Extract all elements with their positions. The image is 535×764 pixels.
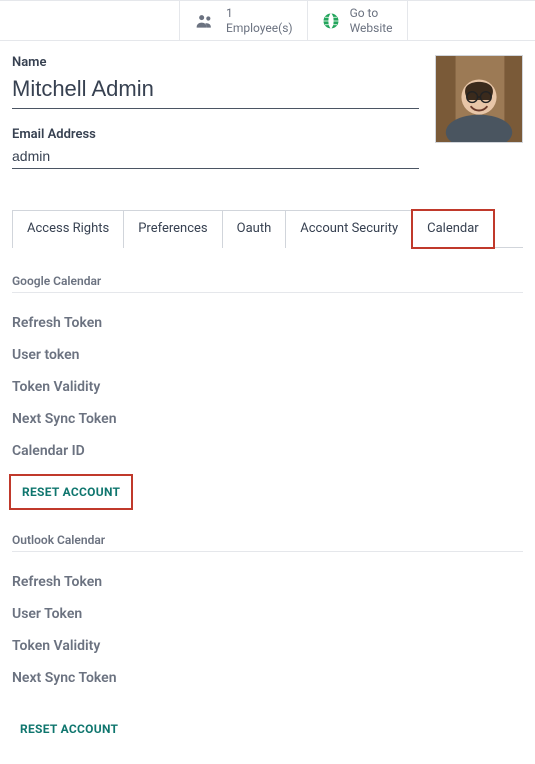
- google-calendar-title: Google Calendar: [12, 274, 523, 293]
- google-field-token-validity: Token Validity: [12, 371, 523, 403]
- google-field-user-token: User token: [12, 339, 523, 371]
- top-bar-spacer: [0, 1, 180, 40]
- outlook-field-token-validity: Token Validity: [12, 630, 523, 662]
- employees-label: Employee(s): [226, 21, 293, 35]
- goto-website-line2: Website: [350, 21, 393, 35]
- google-field-refresh-token: Refresh Token: [12, 307, 523, 339]
- tab-access-rights[interactable]: Access Rights: [12, 210, 123, 248]
- goto-website-line1: Go to: [350, 6, 393, 20]
- employees-button[interactable]: 1 Employee(s): [180, 1, 308, 40]
- globe-icon: [322, 12, 340, 30]
- google-field-next-sync-token: Next Sync Token: [12, 403, 523, 435]
- tab-account-security[interactable]: Account Security: [285, 210, 412, 248]
- avatar[interactable]: [435, 55, 523, 143]
- tab-calendar[interactable]: Calendar: [412, 210, 494, 248]
- tabs: Access Rights Preferences Oauth Account …: [12, 209, 523, 248]
- outlook-field-user-token: User Token: [12, 598, 523, 630]
- email-input[interactable]: [12, 146, 419, 169]
- name-label: Name: [12, 55, 419, 70]
- employees-icon: [194, 11, 216, 31]
- google-reset-account-button[interactable]: RESET ACCOUNT: [12, 477, 130, 507]
- outlook-calendar-title: Outlook Calendar: [12, 533, 523, 552]
- email-label: Email Address: [12, 127, 419, 142]
- employees-count: 1: [226, 6, 293, 20]
- google-field-calendar-id: Calendar ID: [12, 435, 523, 467]
- tab-oauth[interactable]: Oauth: [222, 210, 286, 248]
- goto-website-button[interactable]: Go to Website: [308, 1, 408, 40]
- name-input[interactable]: [12, 74, 419, 109]
- outlook-field-refresh-token: Refresh Token: [12, 566, 523, 598]
- top-bar: 1 Employee(s) Go to Website: [0, 0, 535, 41]
- tab-preferences[interactable]: Preferences: [123, 210, 221, 248]
- outlook-field-next-sync-token: Next Sync Token: [12, 662, 523, 694]
- outlook-reset-account-button[interactable]: RESET ACCOUNT: [12, 714, 128, 744]
